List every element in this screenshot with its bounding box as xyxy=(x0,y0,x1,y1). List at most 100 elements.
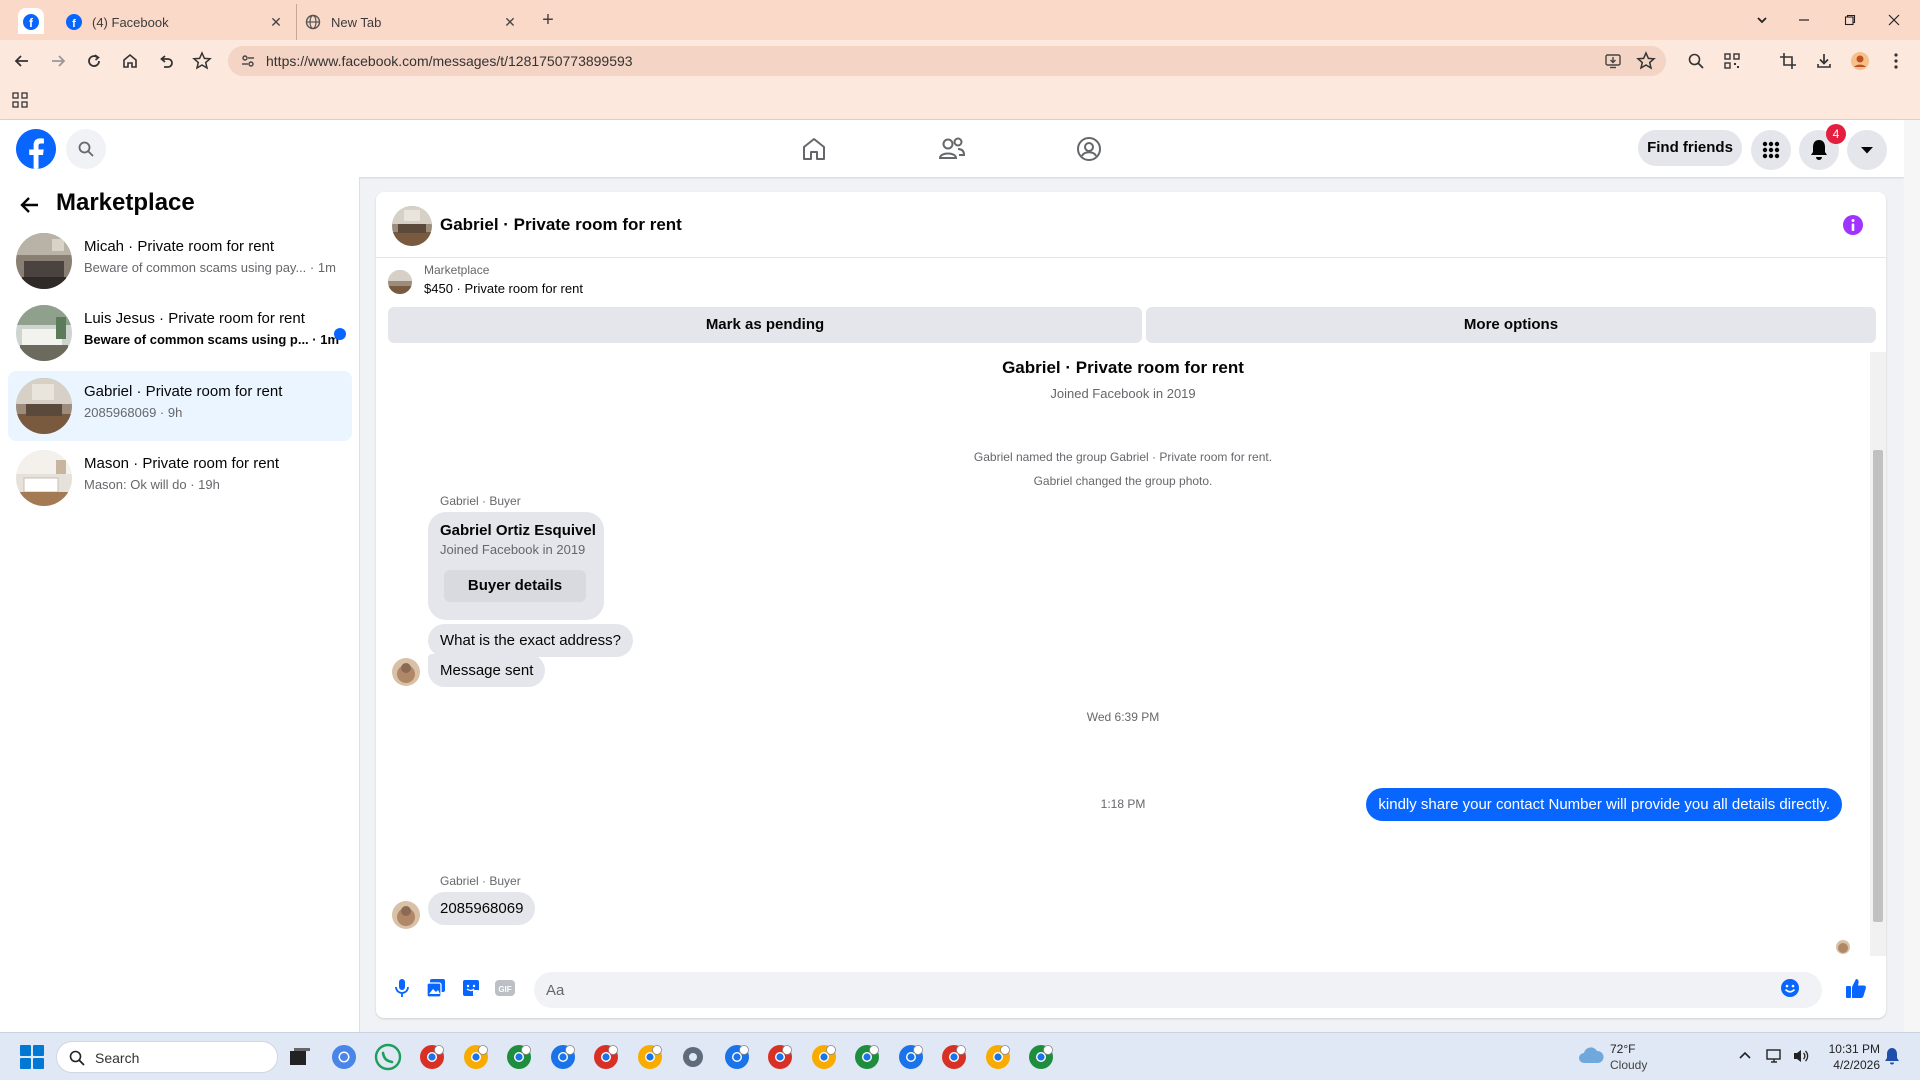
chevron-up-icon[interactable] xyxy=(1738,1049,1752,1063)
chrome-profile-icon[interactable] xyxy=(940,1043,968,1071)
site-settings-icon[interactable] xyxy=(240,53,256,69)
reload-icon[interactable] xyxy=(82,49,106,73)
facebook-logo[interactable] xyxy=(16,129,56,169)
page-scrollbar[interactable] xyxy=(1904,120,1920,1032)
restore-icon[interactable] xyxy=(1836,6,1864,34)
account-menu-button[interactable] xyxy=(1847,130,1887,170)
menu-grid-button[interactable] xyxy=(1751,130,1791,170)
tab-close-icon[interactable]: ✕ xyxy=(268,14,284,30)
task-view-icon[interactable] xyxy=(286,1043,314,1071)
download-icon[interactable] xyxy=(1812,49,1836,73)
home-icon[interactable] xyxy=(118,49,142,73)
apps-grid-icon[interactable] xyxy=(12,92,28,108)
windows-start-icon[interactable] xyxy=(20,1045,44,1069)
gif-icon[interactable]: GIF xyxy=(493,976,517,1000)
chrome-profile-icon[interactable] xyxy=(549,1043,577,1071)
sender-avatar[interactable] xyxy=(392,658,420,686)
marketplace-sidebar: Marketplace Micah · Private room for ren… xyxy=(0,177,360,1032)
bookmark-page-star-icon[interactable] xyxy=(1636,51,1656,71)
globe-icon xyxy=(305,14,321,30)
conversation-avatar xyxy=(16,378,72,434)
taskbar-search[interactable]: Search xyxy=(56,1041,278,1073)
nav-home-icon[interactable] xyxy=(799,134,829,164)
address-bar[interactable]: https://www.facebook.com/messages/t/1281… xyxy=(228,46,1666,76)
microphone-icon[interactable] xyxy=(390,976,414,1000)
network-icon[interactable] xyxy=(1766,1047,1784,1065)
more-options-button[interactable]: More options xyxy=(1146,307,1876,343)
chrome-profile-icon[interactable] xyxy=(1027,1043,1055,1071)
chrome-profile-icon[interactable] xyxy=(592,1043,620,1071)
chrome-profile-icon[interactable] xyxy=(766,1043,794,1071)
chat-panel: Gabriel · Private room for rent Marketpl… xyxy=(376,192,1886,1018)
chat-avatar[interactable] xyxy=(392,206,432,246)
back-arrow-icon[interactable] xyxy=(10,49,34,73)
tab-title: (4) Facebook xyxy=(92,14,169,30)
conversation-item[interactable]: Mason · Private room for rent Mason: Ok … xyxy=(8,443,352,513)
chrome-profile-icon[interactable] xyxy=(723,1043,751,1071)
photo-icon[interactable] xyxy=(424,976,448,1000)
facebook-favicon-icon: f xyxy=(23,14,39,30)
tab-close-icon[interactable]: ✕ xyxy=(502,14,518,30)
sender-avatar[interactable] xyxy=(392,901,420,929)
chrome-profile-icon[interactable] xyxy=(810,1043,838,1071)
back-arrow-icon[interactable] xyxy=(18,193,46,221)
crop-screenshot-icon[interactable] xyxy=(1776,49,1800,73)
nav-friends-icon[interactable] xyxy=(937,134,967,164)
url-text[interactable]: https://www.facebook.com/messages/t/1281… xyxy=(266,53,633,69)
close-window-icon[interactable] xyxy=(1880,6,1908,34)
chrome-profile-icon[interactable] xyxy=(505,1043,533,1071)
settings-gear-icon[interactable] xyxy=(679,1043,707,1071)
tab-search-chevron-icon[interactable] xyxy=(1748,6,1776,34)
emoji-icon[interactable] xyxy=(1778,976,1802,1000)
conversation-item-active[interactable]: Gabriel · Private room for rent 20859680… xyxy=(8,371,352,441)
scrollbar-thumb[interactable] xyxy=(1873,450,1883,922)
find-friends-button[interactable]: Find friends xyxy=(1638,130,1742,166)
info-icon[interactable] xyxy=(1842,214,1864,236)
incoming-message[interactable]: What is the exact address? xyxy=(428,624,633,657)
listing-source: Marketplace xyxy=(424,263,490,277)
chat-title[interactable]: Gabriel · Private room for rent xyxy=(440,215,682,235)
minimize-icon[interactable] xyxy=(1790,6,1818,34)
forward-arrow-icon[interactable] xyxy=(46,49,70,73)
chrome-profile-icon[interactable] xyxy=(897,1043,925,1071)
active-tab-indicator[interactable]: f xyxy=(18,8,44,34)
message-input[interactable] xyxy=(534,972,1822,1008)
chrome-profile-icon[interactable] xyxy=(984,1043,1012,1071)
mark-as-pending-button[interactable]: Mark as pending xyxy=(388,307,1142,343)
search-icon xyxy=(69,1050,85,1066)
clock-date[interactable]: 4/2/2026 xyxy=(1820,1058,1880,1072)
incoming-message[interactable]: Message sent xyxy=(428,654,546,687)
conversation-item[interactable]: Micah · Private room for rent Beware of … xyxy=(8,226,352,296)
qr-code-icon[interactable] xyxy=(1720,49,1744,73)
chrome-profile-icon[interactable] xyxy=(418,1043,446,1071)
volume-icon[interactable] xyxy=(1792,1047,1810,1065)
chrome-app-icon[interactable] xyxy=(330,1043,358,1071)
zoom-search-icon[interactable] xyxy=(1684,49,1708,73)
sticker-icon[interactable] xyxy=(459,976,483,1000)
conversation-item[interactable]: Luis Jesus · Private room for rent Bewar… xyxy=(8,298,352,368)
tab-new-tab[interactable]: New Tab ✕ xyxy=(296,4,528,40)
install-app-icon[interactable] xyxy=(1604,52,1622,70)
browser-menu-icon[interactable] xyxy=(1884,49,1908,73)
notification-bell-icon[interactable] xyxy=(1884,1047,1900,1065)
whatsapp-icon[interactable] xyxy=(374,1043,402,1071)
listing-summary[interactable]: Marketplace $450 · Private room for rent xyxy=(376,259,1886,303)
buyer-details-button[interactable]: Buyer details xyxy=(444,570,586,602)
chrome-profile-icon[interactable] xyxy=(636,1043,664,1071)
clock-time[interactable]: 10:31 PM xyxy=(1820,1042,1880,1056)
chrome-profile-icon[interactable] xyxy=(853,1043,881,1071)
profile-avatar-icon[interactable] xyxy=(1848,49,1872,73)
weather-cloud-icon[interactable] xyxy=(1578,1045,1604,1065)
thumbs-up-icon[interactable] xyxy=(1844,976,1868,1000)
chrome-profile-icon[interactable] xyxy=(462,1043,490,1071)
nav-profile-icon[interactable] xyxy=(1074,134,1104,164)
unread-dot xyxy=(334,328,346,340)
facebook-search-button[interactable] xyxy=(66,129,106,169)
tab-facebook[interactable]: f (4) Facebook ✕ xyxy=(56,4,294,40)
new-tab-plus-icon[interactable]: + xyxy=(538,8,558,32)
thread-scrollbar[interactable] xyxy=(1870,352,1886,956)
incoming-message[interactable]: 2085968069 xyxy=(428,892,536,925)
undo-icon[interactable] xyxy=(154,49,178,73)
buyer-joined: Joined Facebook in 2019 xyxy=(440,542,586,557)
bookmark-star-icon[interactable] xyxy=(190,49,214,73)
